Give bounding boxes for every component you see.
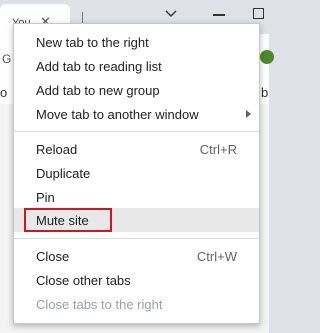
submenu-arrow-icon [246, 110, 251, 118]
bookmarks-fragment-right: b [261, 85, 269, 100]
menu-item-mute-site[interactable]: Mute site [14, 208, 259, 232]
menu-item-reload[interactable]: Reload Ctrl+R [14, 137, 259, 161]
menu-item-move-to-window[interactable]: Move tab to another window [14, 102, 259, 126]
menu-item-close[interactable]: Close Ctrl+W [14, 244, 259, 268]
menu-item-close-tabs-right: Close tabs to the right [14, 292, 259, 316]
menu-item-label: Close other tabs [36, 273, 131, 288]
menu-item-label: Move tab to another window [36, 107, 199, 122]
menu-item-label: New tab to the right [36, 35, 149, 50]
menu-item-close-other-tabs[interactable]: Close other tabs [14, 268, 259, 292]
menu-separator [14, 238, 259, 239]
minimize-icon[interactable] [213, 14, 225, 16]
menu-item-add-to-new-group[interactable]: Add tab to new group [14, 78, 259, 102]
maximize-icon[interactable] [253, 8, 264, 19]
chevron-down-icon[interactable] [164, 9, 178, 19]
menu-item-label: Mute site [36, 213, 89, 228]
profile-avatar[interactable] [260, 50, 274, 64]
menu-item-label: Reload [36, 142, 78, 157]
menu-item-label: Close tabs to the right [36, 297, 163, 312]
menu-item-label: Close [36, 249, 70, 264]
bookmarks-fragment-left: o [0, 85, 8, 100]
menu-item-label: Pin [36, 190, 55, 205]
menu-item-label: Duplicate [36, 166, 91, 181]
menu-separator [14, 131, 259, 132]
menu-item-label: Add tab to reading list [36, 59, 162, 74]
menu-item-pin[interactable]: Pin [14, 185, 259, 209]
menu-item-duplicate[interactable]: Duplicate [14, 161, 259, 185]
menu-item-shortcut: Ctrl+R [199, 142, 237, 157]
tab-context-menu: New tab to the right Add tab to reading … [13, 23, 260, 324]
menu-item-new-tab-right[interactable]: New tab to the right [14, 30, 259, 54]
menu-item-label: Add tab to new group [36, 83, 160, 98]
toolbar-fragment: G [2, 52, 12, 66]
menu-item-add-to-reading-list[interactable]: Add tab to reading list [14, 54, 259, 78]
menu-item-shortcut: Ctrl+W [196, 249, 237, 264]
